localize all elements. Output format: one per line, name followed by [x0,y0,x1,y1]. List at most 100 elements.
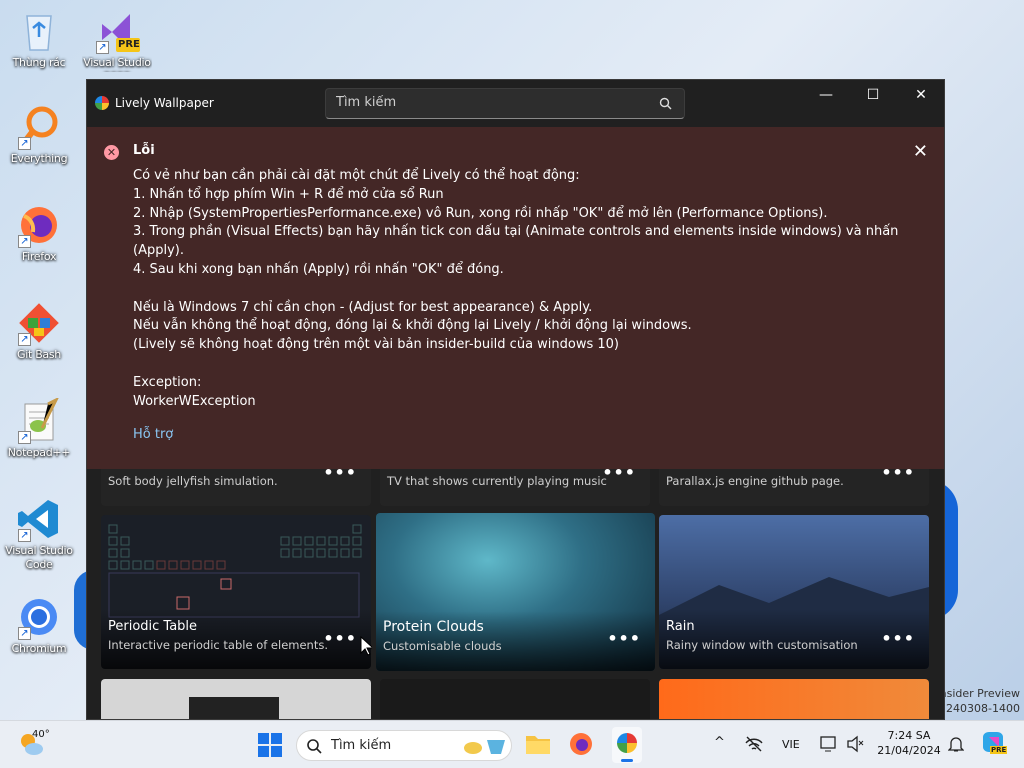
shortcut-arrow-icon: ↗ [18,529,31,542]
lively-window: Lively Wallpaper — ☐ ✕ Soft body jellyfi… [86,79,945,720]
error-line: WorkerWException [133,393,256,409]
error-title: Lỗi [133,143,155,158]
wallpaper-card-protein-clouds[interactable]: Protein Clouds Customisable clouds ••• [376,513,655,671]
notification-bell-icon[interactable] [948,735,964,753]
taskbar-search-label: Tìm kiếm [331,738,392,753]
maximize-button[interactable]: ☐ [850,80,896,110]
wallpaper-card[interactable] [380,679,650,719]
error-line: (Lively sẽ không hoạt động trên một vài … [133,337,620,353]
error-line [133,355,903,374]
desktop-icon-label: Git Bash [17,348,61,361]
taskbar-search[interactable]: Tìm kiếm [296,730,512,761]
copilot-button[interactable]: PRE [980,731,1008,761]
lively-logo-icon [95,96,109,110]
desktop-icon-recycle-bin[interactable]: Thùng rác [4,8,74,70]
search-icon[interactable] [659,97,672,110]
visual-studio-icon: PRE ↗ [94,8,140,54]
wallpaper-card-rain[interactable]: Rain Rainy window with customisation ••• [659,515,929,669]
more-options-button[interactable]: ••• [323,629,357,648]
desktop-icon-git-bash[interactable]: ↗ Git Bash [4,300,74,362]
card-title: Protein Clouds [383,619,484,635]
folder-icon [526,736,550,754]
wallpaper-card-periodic-table[interactable]: Periodic Table Interactive periodic tabl… [101,515,371,669]
card-title: Rain [666,619,695,634]
card-description: Soft body jellyfish simulation. [108,474,278,488]
chevron-up-icon[interactable]: ^ [714,735,725,750]
search-icon [307,739,322,754]
volume-muted-icon[interactable] [846,735,864,753]
desktop-icon-label: Everything [10,152,68,165]
desktop-icon-chromium[interactable]: ↗ Chromium [4,594,74,656]
network-off-icon[interactable] [744,735,764,753]
card-title: Periodic Table [108,619,198,634]
lively-logo-icon [617,733,637,753]
card-description: Parallax.js engine github page. [666,474,844,488]
shortcut-arrow-icon: ↗ [18,431,31,444]
chromium-icon: ↗ [16,594,62,640]
clock[interactable]: 7:24 SA 21/04/2024 [874,729,944,757]
preview-badge: PRE [990,746,1008,754]
start-button[interactable] [258,733,282,761]
wallpaper-card[interactable] [659,679,929,719]
close-window-button[interactable]: ✕ [898,80,944,110]
desktop-icon-firefox[interactable]: ↗ Firefox [4,202,74,264]
desktop-icon-vscode[interactable]: ↗ Visual Studio Code [4,496,74,572]
desktop-icon-visual-studio[interactable]: PRE ↗ Visual Studio 2022 Preview [82,8,152,72]
desktop-icon-label: Chromium [11,642,67,655]
shortcut-arrow-icon: ↗ [18,137,31,150]
error-line: 2. Nhập (SystemPropertiesPerformance.exe… [133,205,828,221]
error-line [133,280,903,299]
search-highlight-icon [464,740,505,754]
desktop-icon-label: Notepad++ [7,446,71,459]
weather-temperature: 40° [32,729,50,740]
close-error-button[interactable]: ✕ [913,141,928,162]
card-description: TV that shows currently playing music [387,474,607,488]
desktop-icon-notepadpp[interactable]: ↗ Notepad++ [4,396,74,460]
error-line: Exception: [133,374,202,390]
active-indicator [621,759,633,762]
desktop-icon-label: Thùng rác [12,56,66,69]
language-indicator[interactable]: VIE [782,738,800,751]
windows-logo-icon [258,733,282,757]
minimize-button[interactable]: — [803,80,849,110]
shortcut-arrow-icon: ↗ [18,333,31,346]
card-description: Rainy window with customisation [666,638,858,652]
firefox-icon [570,733,592,755]
clock-date: 21/04/2024 [877,744,941,757]
mouse-cursor-icon [360,636,372,656]
error-message: Có vẻ như bạn cần phải cài đặt một chút … [133,167,903,411]
error-line: 4. Sau khi xong bạn nhấn (Apply) rồi nhấ… [133,261,504,277]
error-line: (Apply). [133,243,184,259]
vscode-icon: ↗ [16,496,62,542]
recycle-bin-icon [16,8,62,54]
error-line: Có vẻ như bạn cần phải cài đặt một chút … [133,168,580,183]
firefox-icon: ↗ [16,202,62,248]
preview-badge: PRE [118,39,140,50]
file-explorer-button[interactable] [525,732,551,760]
more-options-button[interactable]: ••• [607,629,641,648]
card-thumbnail [189,697,279,719]
watermark-line: nsider Preview [939,687,1020,700]
firefox-taskbar-button[interactable] [569,732,593,760]
wallpaper-card[interactable] [101,679,371,719]
weather-widget[interactable]: 40° [18,729,50,761]
shortcut-arrow-icon: ↗ [18,627,31,640]
git-bash-icon: ↗ [16,300,62,346]
more-options-button[interactable]: ••• [881,629,915,648]
error-line: 1. Nhấn tổ hợp phím Win + R để mở cửa sổ… [133,186,444,202]
build-watermark: nsider Preview e.240308-1400 [936,686,1020,716]
desktop-icon-everything[interactable]: ↗ Everything [4,104,74,166]
desktop-icon-label: Visual Studio 2022 Preview [83,56,151,72]
desktop-icon-label: Visual Studio Code [5,544,73,571]
clock-time: 7:24 SA [887,729,931,742]
title-bar[interactable]: Lively Wallpaper — ☐ ✕ [87,80,944,127]
search-box[interactable] [325,88,685,119]
support-link[interactable]: Hỗ trợ [133,427,173,442]
search-input[interactable] [336,95,636,110]
error-line: Nếu là Windows 7 chỉ cần chọn - (Adjust … [133,299,593,315]
lively-taskbar-button[interactable] [612,727,642,763]
error-icon: ✕ [104,145,119,160]
notepadpp-icon: ↗ [16,396,62,444]
display-icon[interactable] [820,735,840,753]
shortcut-arrow-icon: ↗ [18,235,31,248]
